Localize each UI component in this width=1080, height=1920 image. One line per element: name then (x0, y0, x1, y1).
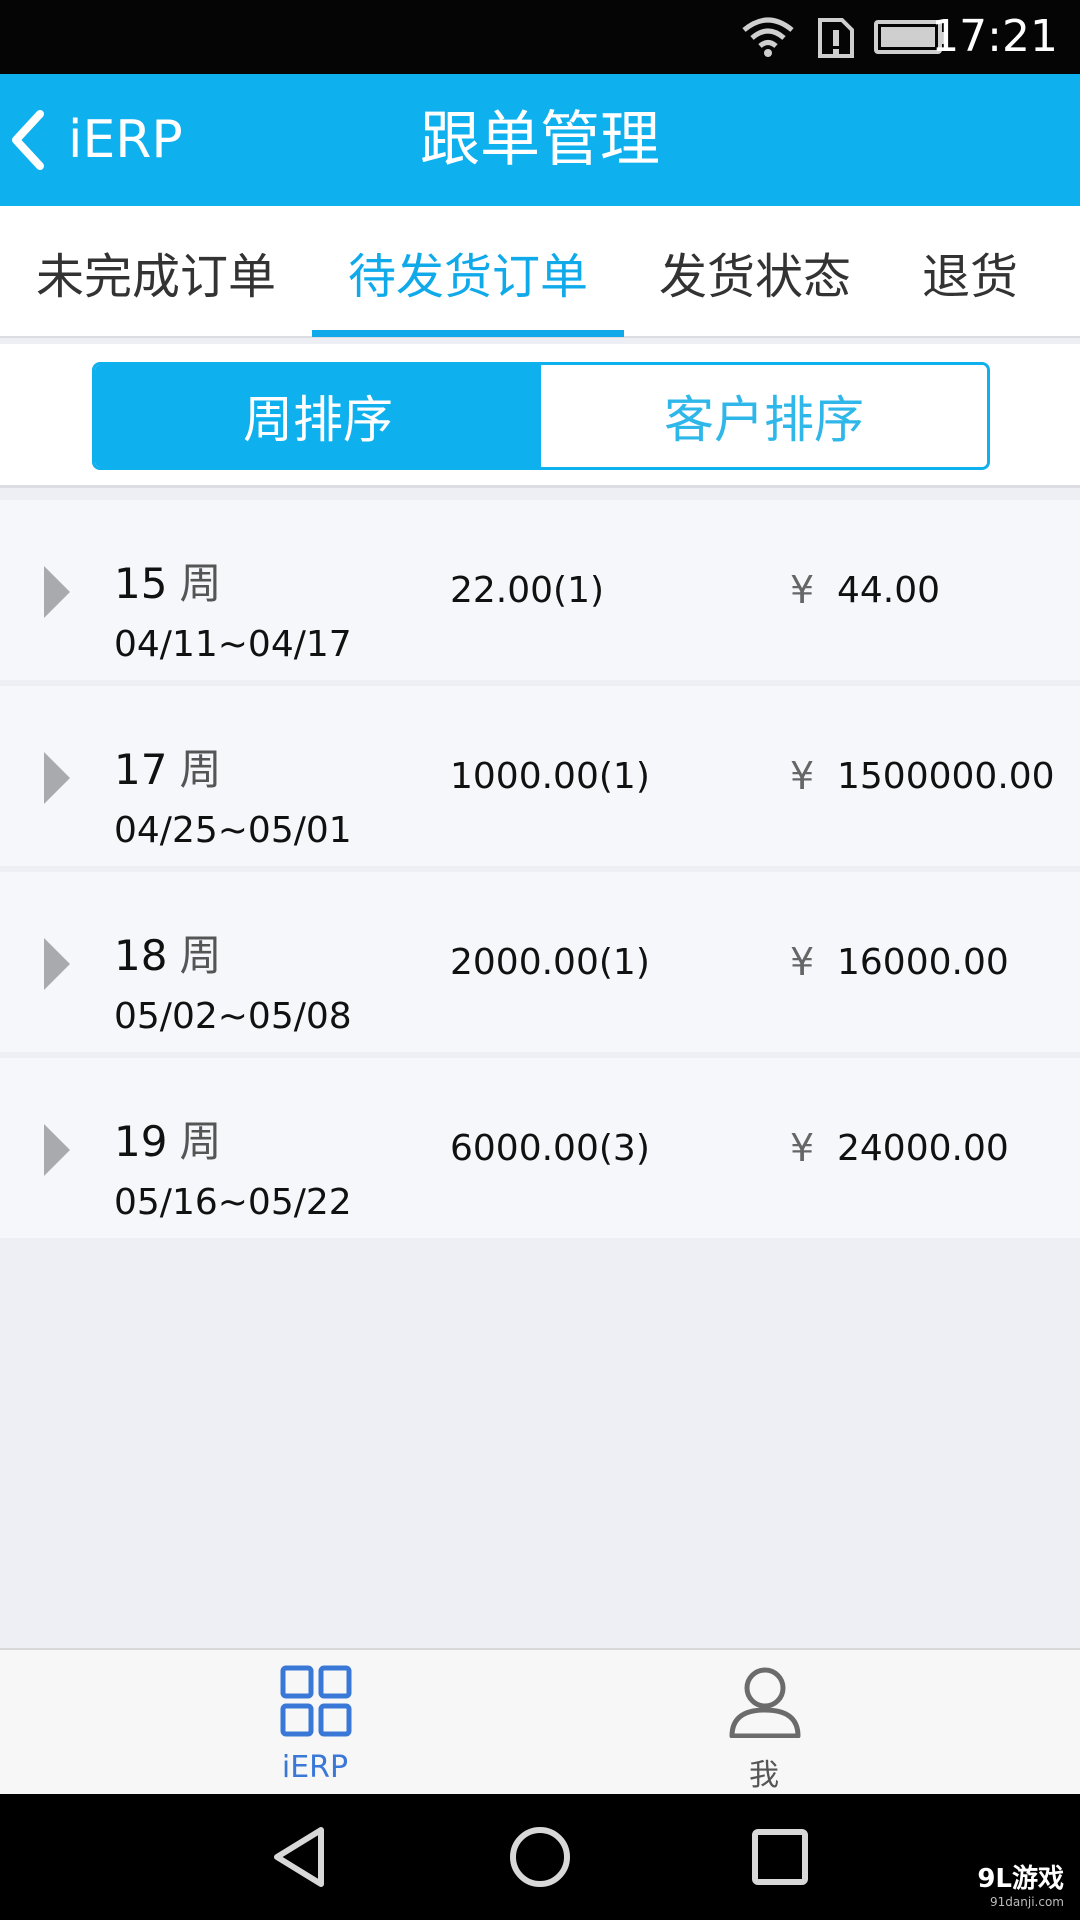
week-number: 18 (114, 931, 168, 980)
system-home-button[interactable] (505, 1822, 575, 1892)
quantity: 22.00(1) (450, 570, 605, 611)
nav-me[interactable]: 我 (614, 1650, 914, 1796)
amount: 1500000.00 (837, 756, 1055, 797)
week-label: 17 周 (114, 736, 221, 797)
date-range: 05/02~05/08 (114, 996, 352, 1037)
nav-label: iERP (281, 1750, 349, 1785)
system-recents-button[interactable] (745, 1822, 815, 1892)
watermark-site: 91danji.com (990, 1895, 1064, 1909)
tab-shipping-status[interactable]: 发货状态 (624, 206, 886, 338)
currency-symbol: ¥ (790, 568, 815, 612)
expand-arrow-icon[interactable] (44, 752, 70, 804)
sort-by-customer-button[interactable]: 客户排序 (541, 365, 987, 467)
square-recents-icon (752, 1829, 808, 1885)
tab-unfinished-orders[interactable]: 未完成订单 (0, 206, 312, 338)
week-unit: 周 (179, 559, 222, 608)
app-bar: iERP 跟单管理 (0, 74, 1080, 206)
system-back-button[interactable] (265, 1822, 335, 1892)
list-item[interactable]: 19 周 05/16~05/22 6000.00(3) ¥ 24000.00 (0, 1058, 1080, 1238)
tab-indicator (312, 330, 624, 337)
quantity: 2000.00(1) (450, 942, 650, 983)
status-bar: 17:21 (0, 0, 1080, 74)
week-label: 19 周 (114, 1108, 221, 1169)
quantity: 6000.00(3) (450, 1128, 650, 1169)
nav-ierp[interactable]: iERP (165, 1650, 465, 1796)
quantity: 1000.00(1) (450, 756, 650, 797)
tab-pending-shipment[interactable]: 待发货订单 (312, 206, 624, 338)
bottom-nav: iERP 我 (0, 1648, 1080, 1794)
week-number: 17 (114, 745, 168, 794)
expand-arrow-icon[interactable] (44, 1124, 70, 1176)
tab-bar: 未完成订单 待发货订单 发货状态 退货 (0, 206, 1080, 338)
watermark: 9L游戏 91danji.com (977, 1858, 1064, 1909)
week-unit: 周 (179, 1117, 222, 1166)
week-label: 15 周 (114, 550, 221, 611)
date-range: 04/25~05/01 (114, 810, 352, 851)
list-item[interactable]: 15 周 04/11~04/17 22.00(1) ¥ 44.00 (0, 500, 1080, 680)
week-number: 15 (114, 559, 168, 608)
date-range: 04/11~04/17 (114, 624, 352, 665)
status-time: 17:21 (931, 11, 1058, 62)
sim-alert-icon (818, 18, 854, 58)
week-list: 15 周 04/11~04/17 22.00(1) ¥ 44.00 17 周 04/… (0, 500, 1080, 1244)
amount: 24000.00 (837, 1128, 1009, 1169)
list-item[interactable]: 18 周 05/02~05/08 2000.00(1) ¥ 16000.00 (0, 872, 1080, 1052)
expand-arrow-icon[interactable] (44, 938, 70, 990)
person-icon (729, 1667, 801, 1738)
wifi-icon (742, 17, 794, 57)
week-label: 18 周 (114, 922, 221, 983)
week-unit: 周 (179, 745, 222, 794)
circle-home-icon (510, 1827, 570, 1887)
sort-by-week-button[interactable]: 周排序 (95, 365, 541, 467)
nav-label: 我 (749, 1758, 779, 1793)
watermark-brand: 9L游戏 (977, 1864, 1064, 1894)
page-title: 跟单管理 (420, 105, 660, 175)
currency-symbol: ¥ (790, 940, 815, 984)
currency-symbol: ¥ (790, 1126, 815, 1170)
week-number: 19 (114, 1117, 168, 1166)
amount: 16000.00 (837, 942, 1009, 983)
week-unit: 周 (179, 931, 222, 980)
system-nav-bar: 9L游戏 91danji.com (0, 1794, 1080, 1920)
currency-symbol: ¥ (790, 754, 815, 798)
triangle-back-icon (274, 1827, 324, 1887)
date-range: 05/16~05/22 (114, 1182, 352, 1223)
expand-arrow-icon[interactable] (44, 566, 70, 618)
grid-icon (280, 1665, 352, 1737)
amount: 44.00 (837, 570, 941, 611)
list-item[interactable]: 17 周 04/25~05/01 1000.00(1) ¥ 1500000.00 (0, 686, 1080, 866)
sort-toggle: 周排序 客户排序 (92, 362, 990, 470)
sort-toggle-container: 周排序 客户排序 (0, 344, 1080, 488)
tab-returns[interactable]: 退货 (886, 206, 1054, 338)
